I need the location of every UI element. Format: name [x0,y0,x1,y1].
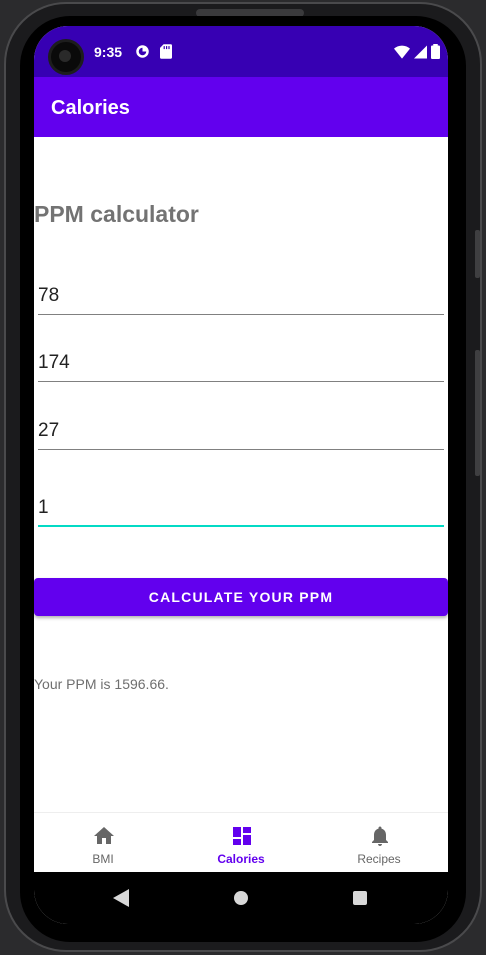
cellular-signal-icon [414,45,427,64]
wifi-icon [394,45,410,64]
gender-field[interactable] [38,491,444,527]
home-icon [92,824,116,848]
age-field[interactable] [38,414,444,450]
status-bar: 9:35 [34,26,448,77]
weight-field[interactable] [38,279,444,315]
recents-icon[interactable] [353,891,367,905]
height-field[interactable] [38,346,444,382]
device-screen: 9:35 Calories PPM calculator 78 174 27 1… [34,26,448,924]
sd-card-icon [160,44,172,64]
app-bar-title: Calories [51,97,130,119]
app-bar: Calories [34,77,448,137]
system-status-icons [394,44,440,64]
weight-input[interactable] [38,279,444,307]
power-button [475,230,480,278]
bottom-navigation: BMI Calories Recipes [34,812,448,872]
volume-button [475,350,480,476]
nav-label-recipes: Recipes [357,852,401,866]
nav-label-calories: Calories [217,852,265,866]
gender-input[interactable] [38,491,444,519]
main-content: PPM calculator CALCULATE YOUR PPM Your P… [34,137,448,812]
page-title: PPM calculator [34,201,199,227]
home-button-icon[interactable] [234,891,248,905]
dashboard-icon [230,824,254,848]
height-input[interactable] [38,346,444,374]
nav-item-bmi[interactable]: BMI [34,813,172,873]
back-icon[interactable] [113,889,129,912]
nav-item-calories[interactable]: Calories [172,813,310,873]
age-input[interactable] [38,414,444,442]
system-navigation-bar [34,872,448,924]
nav-item-recipes[interactable]: Recipes [310,813,448,873]
bell-icon [368,824,392,848]
nav-label-bmi: BMI [92,852,114,866]
calculate-ppm-button[interactable]: CALCULATE YOUR PPM [34,578,448,616]
ppm-result-text: Your PPM is 1596.66. [34,676,169,692]
status-time: 9:35 [94,44,123,60]
front-camera [48,39,84,75]
data-saver-icon [135,44,150,64]
battery-icon [431,44,440,64]
